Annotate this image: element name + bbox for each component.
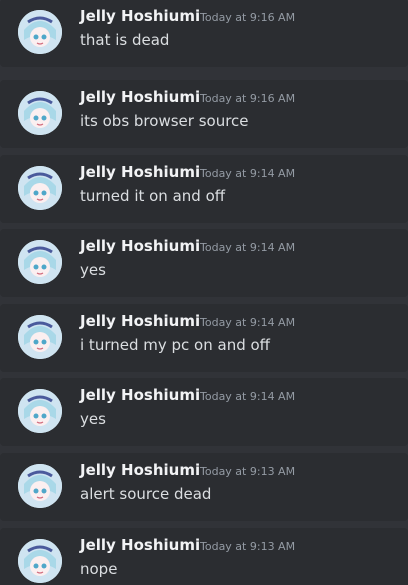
message-timestamp: Today at 9:14 AM — [200, 316, 296, 329]
avatar-icon[interactable] — [18, 315, 62, 359]
message-author[interactable]: Jelly Hoshiumi — [80, 312, 200, 330]
message-text: turned it on and off — [80, 187, 226, 205]
message-timestamp: Today at 9:14 AM — [200, 390, 296, 403]
message-text: i turned my pc on and off — [80, 336, 270, 354]
avatar-icon[interactable] — [18, 10, 62, 54]
avatar-icon[interactable] — [18, 240, 62, 284]
message-text: yes — [80, 410, 106, 428]
avatar-icon[interactable] — [18, 464, 62, 508]
message-author[interactable]: Jelly Hoshiumi — [80, 7, 200, 25]
message-feed: Jelly Hoshiumi Today at 9:16 AM that is … — [0, 0, 408, 585]
message-author[interactable]: Jelly Hoshiumi — [80, 163, 200, 181]
message-text: yes — [80, 261, 106, 279]
message-author[interactable]: Jelly Hoshiumi — [80, 536, 200, 554]
message[interactable]: Jelly Hoshiumi Today at 9:13 AM nope — [0, 528, 408, 585]
message[interactable]: Jelly Hoshiumi Today at 9:13 AM alert so… — [0, 453, 408, 521]
message[interactable]: Jelly Hoshiumi Today at 9:14 AM yes — [0, 378, 408, 446]
message[interactable]: Jelly Hoshiumi Today at 9:16 AM that is … — [0, 0, 408, 67]
message-text: nope — [80, 560, 118, 578]
message-text: its obs browser source — [80, 112, 249, 130]
avatar-icon[interactable] — [18, 91, 62, 135]
message[interactable]: Jelly Hoshiumi Today at 9:14 AM yes — [0, 229, 408, 297]
message-timestamp: Today at 9:14 AM — [200, 167, 296, 180]
message-author[interactable]: Jelly Hoshiumi — [80, 237, 200, 255]
message-timestamp: Today at 9:14 AM — [200, 241, 296, 254]
avatar-icon[interactable] — [18, 539, 62, 583]
message-text: that is dead — [80, 31, 170, 49]
message-timestamp: Today at 9:13 AM — [200, 540, 296, 553]
message-timestamp: Today at 9:16 AM — [200, 11, 296, 24]
message-author[interactable]: Jelly Hoshiumi — [80, 386, 200, 404]
message[interactable]: Jelly Hoshiumi Today at 9:16 AM its obs … — [0, 80, 408, 148]
message-timestamp: Today at 9:13 AM — [200, 465, 296, 478]
avatar-icon[interactable] — [18, 166, 62, 210]
message-author[interactable]: Jelly Hoshiumi — [80, 88, 200, 106]
avatar-icon[interactable] — [18, 389, 62, 433]
message[interactable]: Jelly Hoshiumi Today at 9:14 AM i turned… — [0, 304, 408, 372]
message-text: alert source dead — [80, 485, 212, 503]
message-author[interactable]: Jelly Hoshiumi — [80, 461, 200, 479]
message[interactable]: Jelly Hoshiumi Today at 9:14 AM turned i… — [0, 155, 408, 223]
message-timestamp: Today at 9:16 AM — [200, 92, 296, 105]
